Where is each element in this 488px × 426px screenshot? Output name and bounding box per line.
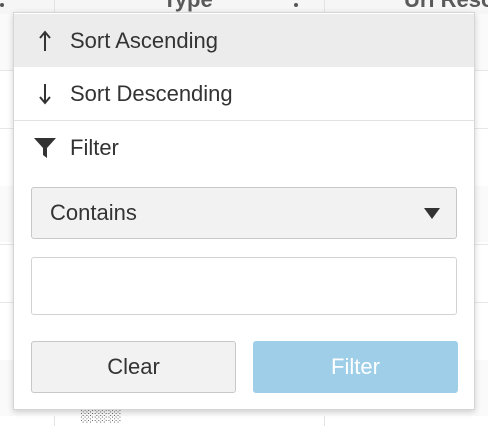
- clear-button[interactable]: Clear: [31, 341, 236, 393]
- filter-operator-select[interactable]: Contains: [31, 187, 457, 239]
- sort-ascending-label: Sort Ascending: [70, 27, 218, 53]
- screen: Type Url Resource ░░░ Sort Ascending: [0, 0, 488, 426]
- chevron-down-icon: [424, 207, 440, 219]
- filter-section-title: Filter: [14, 121, 474, 174]
- column-menu-dot-icon[interactable]: [294, 3, 298, 7]
- filter-value-input[interactable]: [31, 257, 457, 315]
- filter-title-label: Filter: [70, 134, 119, 160]
- arrow-down-icon: [32, 83, 58, 105]
- sort-descending-label: Sort Descending: [70, 80, 233, 106]
- filter-operator-value: Contains: [50, 200, 137, 225]
- arrow-up-icon: [32, 29, 58, 52]
- column-menu-popup: Sort Ascending Sort Descending Filter Co…: [13, 12, 475, 410]
- menu-item-sort-descending[interactable]: Sort Descending: [14, 67, 474, 120]
- apply-filter-button[interactable]: Filter: [253, 341, 458, 393]
- menu-item-sort-ascending[interactable]: Sort Ascending: [14, 14, 474, 67]
- column-menu-dot-icon[interactable]: [0, 3, 4, 7]
- funnel-icon: [32, 137, 58, 159]
